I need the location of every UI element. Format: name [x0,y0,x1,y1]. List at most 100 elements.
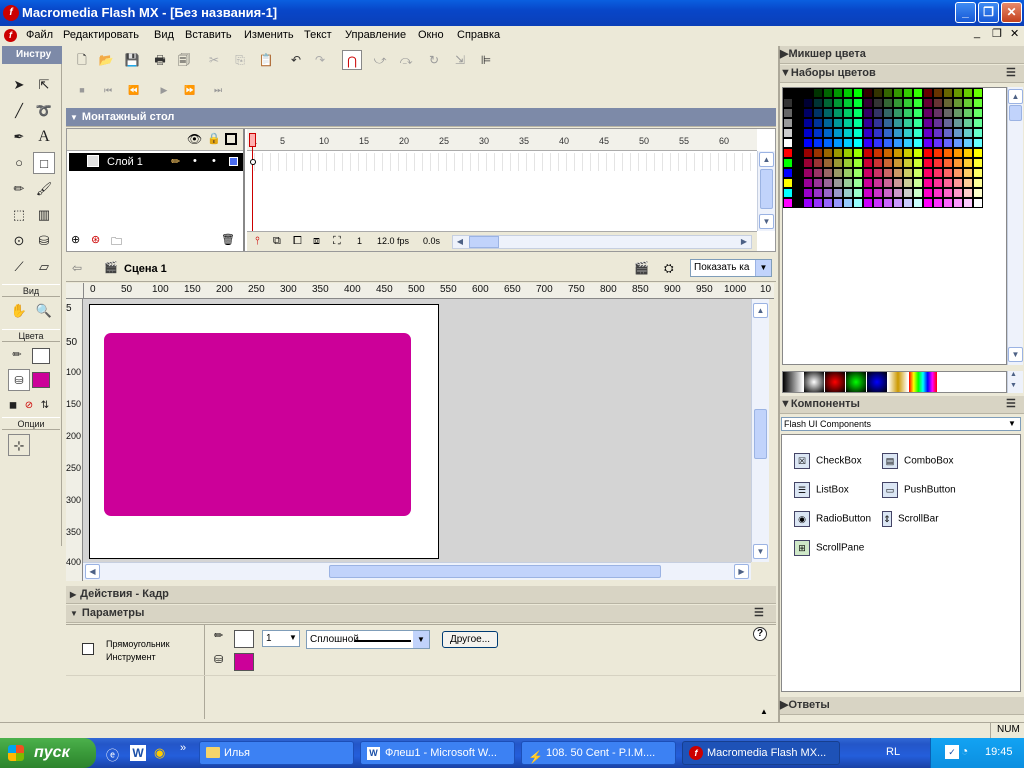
color-swatch[interactable] [893,108,903,118]
color-swatch[interactable] [913,128,923,138]
menu-control[interactable]: Управление [345,29,406,41]
gradient-swatches[interactable] [782,371,1007,393]
pencil-tool-icon[interactable]: ✏ [8,178,30,200]
color-swatch[interactable] [913,108,923,118]
component-listbox[interactable]: ☰ ListBox [794,482,849,498]
menu-window[interactable]: Окно [418,29,444,41]
color-swatch[interactable] [893,178,903,188]
color-swatch[interactable] [873,178,883,188]
color-swatch[interactable] [963,168,973,178]
add-folder-icon[interactable]: 🗀 [111,233,122,252]
color-swatch[interactable] [823,108,833,118]
stop-icon[interactable]: ■ [72,80,92,100]
color-swatch[interactable] [953,128,963,138]
color-swatch[interactable] [933,148,943,158]
color-swatch[interactable] [783,198,793,208]
panel-menu-icon[interactable]: ☰ [1006,396,1016,413]
color-swatch[interactable] [883,108,893,118]
color-swatch[interactable] [913,148,923,158]
color-swatch[interactable] [843,148,853,158]
volume-icon[interactable]: ◔ [961,744,968,758]
color-swatch[interactable] [863,118,873,128]
color-swatch[interactable] [963,158,973,168]
color-swatch[interactable] [913,98,923,108]
media-player-icon[interactable]: ◉ [154,745,165,761]
color-swatch[interactable] [823,88,833,98]
color-swatch[interactable] [863,198,873,208]
color-swatch[interactable] [843,188,853,198]
color-swatch[interactable] [963,148,973,158]
color-swatch[interactable] [783,178,793,188]
color-swatch[interactable] [843,108,853,118]
gradient-swatch[interactable] [783,372,803,392]
scene-name[interactable]: Сцена 1 [124,263,167,275]
color-swatch[interactable] [863,178,873,188]
color-swatch[interactable] [813,188,823,198]
panel-menu-icon[interactable]: ☰ [754,605,764,622]
color-swatch[interactable] [903,148,913,158]
color-swatch[interactable] [853,198,863,208]
component-scrollbar[interactable]: ⇕ ScrollBar [882,511,939,527]
color-swatch[interactable] [963,188,973,198]
component-checkbox[interactable]: ☒ CheckBox [794,453,862,469]
color-swatch[interactable] [843,178,853,188]
ink-bottle-tool-icon[interactable]: ⊙ [8,230,30,252]
color-swatch[interactable] [823,158,833,168]
color-swatch[interactable] [953,108,963,118]
color-swatch[interactable] [913,178,923,188]
color-swatch[interactable] [783,128,793,138]
smooth-icon[interactable]: ⤻ [370,50,390,70]
color-swatch[interactable] [813,158,823,168]
color-swatch[interactable] [833,158,843,168]
stroke-style-select[interactable]: Сплошной ▼ [306,630,430,649]
color-swatch[interactable] [853,88,863,98]
scroll-thumb[interactable] [1009,105,1022,121]
color-swatch[interactable] [923,178,933,188]
color-swatch[interactable] [853,108,863,118]
play-icon[interactable]: ▶ [154,80,174,100]
magenta-rectangle[interactable] [104,333,411,516]
color-swatch[interactable] [883,88,893,98]
playhead[interactable] [249,133,256,147]
color-swatch[interactable] [943,88,953,98]
color-swatch[interactable] [803,98,813,108]
color-swatch[interactable] [923,168,933,178]
component-radiobutton[interactable]: ◉ RadioButton [794,511,871,527]
color-swatch[interactable] [883,128,893,138]
color-swatch[interactable] [833,148,843,158]
color-swatch[interactable] [833,118,843,128]
color-swatch[interactable] [913,188,923,198]
color-swatch[interactable] [873,98,883,108]
color-swatch[interactable] [823,198,833,208]
onion-skin-icon[interactable]: ⧉ [273,235,281,248]
color-swatch[interactable] [863,108,873,118]
color-swatch[interactable] [933,98,943,108]
gradient-swatch[interactable] [825,372,845,392]
color-swatch[interactable] [833,178,843,188]
quick-launch-more-icon[interactable]: » [180,742,186,754]
align-icon[interactable]: ⊫ [476,50,496,70]
color-swatch[interactable] [813,198,823,208]
color-swatch[interactable] [813,138,823,148]
panel-menu-icon[interactable]: ☰ [1006,65,1016,82]
color-swatch[interactable] [953,198,963,208]
color-swatch[interactable] [903,138,913,148]
lasso-tool-icon[interactable]: ➰ [33,100,55,122]
color-swatch[interactable] [933,118,943,128]
color-swatch[interactable] [783,98,793,108]
color-swatch[interactable] [973,158,983,168]
save-icon[interactable]: 💾 [122,50,142,70]
collapse-panel-icon[interactable]: ▲ [757,707,771,719]
fill-color-swatch[interactable] [32,372,50,388]
gradient-swatch[interactable] [888,372,908,392]
color-swatch[interactable] [843,88,853,98]
color-swatch[interactable] [823,168,833,178]
edit-scene-icon[interactable]: 🎬 [634,261,649,275]
close-button[interactable]: ✕ [1001,2,1022,23]
color-swatch[interactable] [823,98,833,108]
outline-icon[interactable] [225,133,237,145]
color-swatch[interactable] [923,98,933,108]
color-swatch[interactable] [903,108,913,118]
color-swatch[interactable] [863,148,873,158]
scroll-down-icon[interactable]: ▼ [759,214,774,229]
